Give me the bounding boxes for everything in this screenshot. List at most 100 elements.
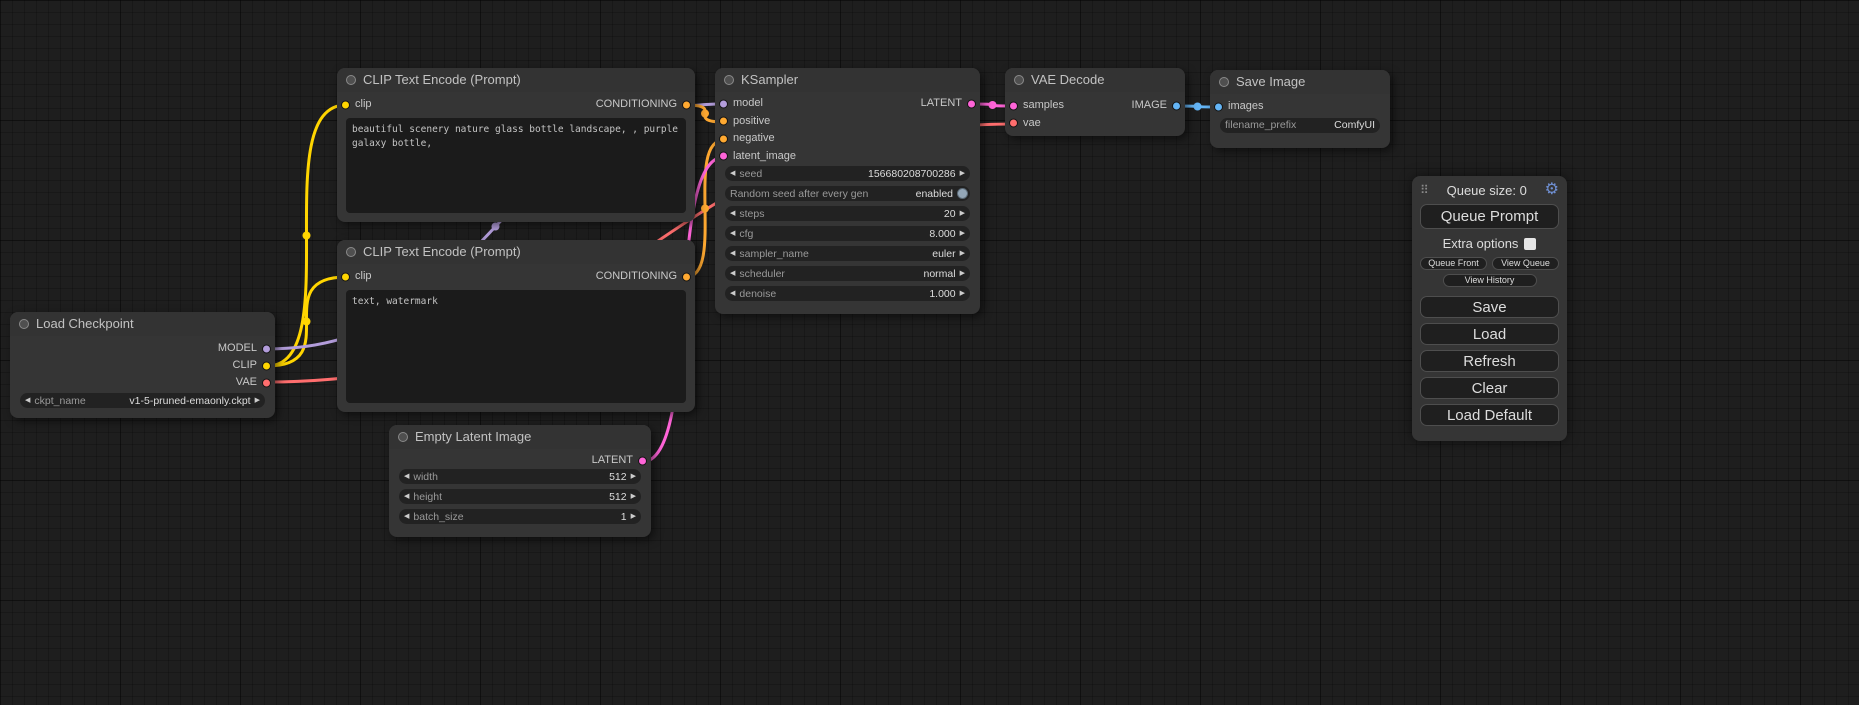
conditioning-output-slot[interactable] <box>682 272 691 281</box>
negative-input-slot[interactable] <box>719 134 728 143</box>
vae-output-slot[interactable] <box>262 378 271 387</box>
cfg-widget[interactable]: ◀ cfg 8.000 ▶ <box>725 226 970 241</box>
decrement-icon[interactable]: ◀ <box>25 397 30 404</box>
increment-icon[interactable]: ▶ <box>960 230 965 237</box>
scheduler-widget[interactable]: ◀ scheduler normal ▶ <box>725 266 970 281</box>
decrement-icon[interactable]: ◀ <box>404 473 409 480</box>
increment-icon[interactable]: ▶ <box>960 210 965 217</box>
comfyui-canvas[interactable]: Load Checkpoint MODEL CLIP VAE ◀ ckpt_na… <box>0 0 1859 705</box>
conditioning-output-slot[interactable] <box>682 100 691 109</box>
queue-front-button[interactable]: Queue Front <box>1420 257 1487 270</box>
node-title-bar[interactable]: Load Checkpoint <box>10 312 275 336</box>
increment-icon[interactable]: ▶ <box>960 290 965 297</box>
images-input-slot[interactable] <box>1214 102 1223 111</box>
batch-size-widget[interactable]: ◀ batch_size 1 ▶ <box>399 509 641 524</box>
increment-icon[interactable]: ▶ <box>960 250 965 257</box>
sampler-name-widget[interactable]: ◀ sampler_name euler ▶ <box>725 246 970 261</box>
output-label: CONDITIONING <box>596 268 677 285</box>
seed-widget[interactable]: ◀ seed 156680208700286 ▶ <box>725 166 970 181</box>
input-label: clip <box>355 96 372 113</box>
node-title-bar[interactable]: Empty Latent Image <box>389 425 651 449</box>
output-label: MODEL <box>218 340 257 357</box>
widget-value: enabled <box>916 188 953 200</box>
positive-prompt-textarea[interactable]: beautiful scenery nature glass bottle la… <box>346 118 686 213</box>
positive-input-slot[interactable] <box>719 117 728 126</box>
output-row: CLIP <box>10 357 275 374</box>
decrement-icon[interactable]: ◀ <box>730 250 735 257</box>
height-widget[interactable]: ◀ height 512 ▶ <box>399 489 641 504</box>
decrement-icon[interactable]: ◀ <box>404 513 409 520</box>
vae-input-slot[interactable] <box>1009 119 1018 128</box>
node-ksampler[interactable]: KSampler model LATENT positive negative … <box>715 68 980 314</box>
collapse-dot-icon[interactable] <box>1219 77 1229 87</box>
samples-input-slot[interactable] <box>1009 101 1018 110</box>
slot-row: latent_image <box>715 148 980 166</box>
node-clip-text-encode-negative[interactable]: CLIP Text Encode (Prompt) clip CONDITION… <box>337 240 695 412</box>
model-input-slot[interactable] <box>719 99 728 108</box>
collapse-dot-icon[interactable] <box>1014 75 1024 85</box>
wire-midpoint-dot <box>701 110 709 118</box>
collapse-dot-icon[interactable] <box>346 75 356 85</box>
image-output-slot[interactable] <box>1172 101 1181 110</box>
increment-icon[interactable]: ▶ <box>255 397 260 404</box>
node-title-bar[interactable]: CLIP Text Encode (Prompt) <box>337 240 695 264</box>
collapse-dot-icon[interactable] <box>346 247 356 257</box>
node-load-checkpoint[interactable]: Load Checkpoint MODEL CLIP VAE ◀ ckpt_na… <box>10 312 275 418</box>
negative-prompt-textarea[interactable]: text, watermark <box>346 290 686 403</box>
widget-label: scheduler <box>739 268 785 280</box>
node-title: VAE Decode <box>1031 72 1104 87</box>
decrement-icon[interactable]: ◀ <box>730 230 735 237</box>
node-title-bar[interactable]: CLIP Text Encode (Prompt) <box>337 68 695 92</box>
collapse-dot-icon[interactable] <box>19 319 29 329</box>
clip-input-slot[interactable] <box>341 100 350 109</box>
clear-button[interactable]: Clear <box>1420 377 1559 399</box>
decrement-icon[interactable]: ◀ <box>730 270 735 277</box>
steps-widget[interactable]: ◀ steps 20 ▶ <box>725 206 970 221</box>
denoise-widget[interactable]: ◀ denoise 1.000 ▶ <box>725 286 970 301</box>
wire-midpoint-dot <box>989 101 997 109</box>
view-queue-button[interactable]: View Queue <box>1492 257 1559 270</box>
decrement-icon[interactable]: ◀ <box>730 210 735 217</box>
node-save-image[interactable]: Save Image images filename_prefix ComfyU… <box>1210 70 1390 148</box>
decrement-icon[interactable]: ◀ <box>730 290 735 297</box>
random-seed-toggle-widget[interactable]: Random seed after every gen enabled <box>725 186 970 201</box>
drag-handle-icon[interactable]: ⠿ <box>1420 183 1429 197</box>
clip-input-slot[interactable] <box>341 272 350 281</box>
settings-gear-icon[interactable]: ⚙ <box>1545 182 1559 198</box>
load-default-button[interactable]: Load Default <box>1420 404 1559 426</box>
slot-row: model LATENT <box>715 95 980 113</box>
latent-image-input-slot[interactable] <box>719 152 728 161</box>
increment-icon[interactable]: ▶ <box>631 473 636 480</box>
model-output-slot[interactable] <box>262 344 271 353</box>
clip-output-slot[interactable] <box>262 361 271 370</box>
increment-icon[interactable]: ▶ <box>631 493 636 500</box>
queue-prompt-button[interactable]: Queue Prompt <box>1420 204 1559 229</box>
latent-output-slot[interactable] <box>967 99 976 108</box>
collapse-dot-icon[interactable] <box>724 75 734 85</box>
node-clip-text-encode-positive[interactable]: CLIP Text Encode (Prompt) clip CONDITION… <box>337 68 695 222</box>
node-title-bar[interactable]: KSampler <box>715 68 980 92</box>
node-title-bar[interactable]: Save Image <box>1210 70 1390 94</box>
width-widget[interactable]: ◀ width 512 ▶ <box>399 469 641 484</box>
slot-row: clip CONDITIONING <box>337 96 695 113</box>
node-title-bar[interactable]: VAE Decode <box>1005 68 1185 92</box>
latent-output-slot[interactable] <box>638 456 647 465</box>
increment-icon[interactable]: ▶ <box>631 513 636 520</box>
extra-options-checkbox[interactable] <box>1524 238 1536 250</box>
node-vae-decode[interactable]: VAE Decode samples IMAGE vae <box>1005 68 1185 136</box>
decrement-icon[interactable]: ◀ <box>730 170 735 177</box>
refresh-button[interactable]: Refresh <box>1420 350 1559 372</box>
collapse-dot-icon[interactable] <box>398 432 408 442</box>
increment-icon[interactable]: ▶ <box>960 170 965 177</box>
increment-icon[interactable]: ▶ <box>960 270 965 277</box>
node-title: Save Image <box>1236 74 1305 89</box>
node-empty-latent-image[interactable]: Empty Latent Image LATENT ◀ width 512 ▶ … <box>389 425 651 537</box>
decrement-icon[interactable]: ◀ <box>404 493 409 500</box>
ckpt-name-widget[interactable]: ◀ ckpt_name v1-5-pruned-emaonly.ckpt ▶ <box>20 393 265 408</box>
view-history-button[interactable]: View History <box>1443 274 1537 287</box>
load-button[interactable]: Load <box>1420 323 1559 345</box>
widget-label: Random seed after every gen <box>730 188 868 200</box>
toggle-knob-icon[interactable] <box>957 188 968 199</box>
save-button[interactable]: Save <box>1420 296 1559 318</box>
filename-prefix-widget[interactable]: filename_prefix ComfyUI <box>1220 118 1380 133</box>
